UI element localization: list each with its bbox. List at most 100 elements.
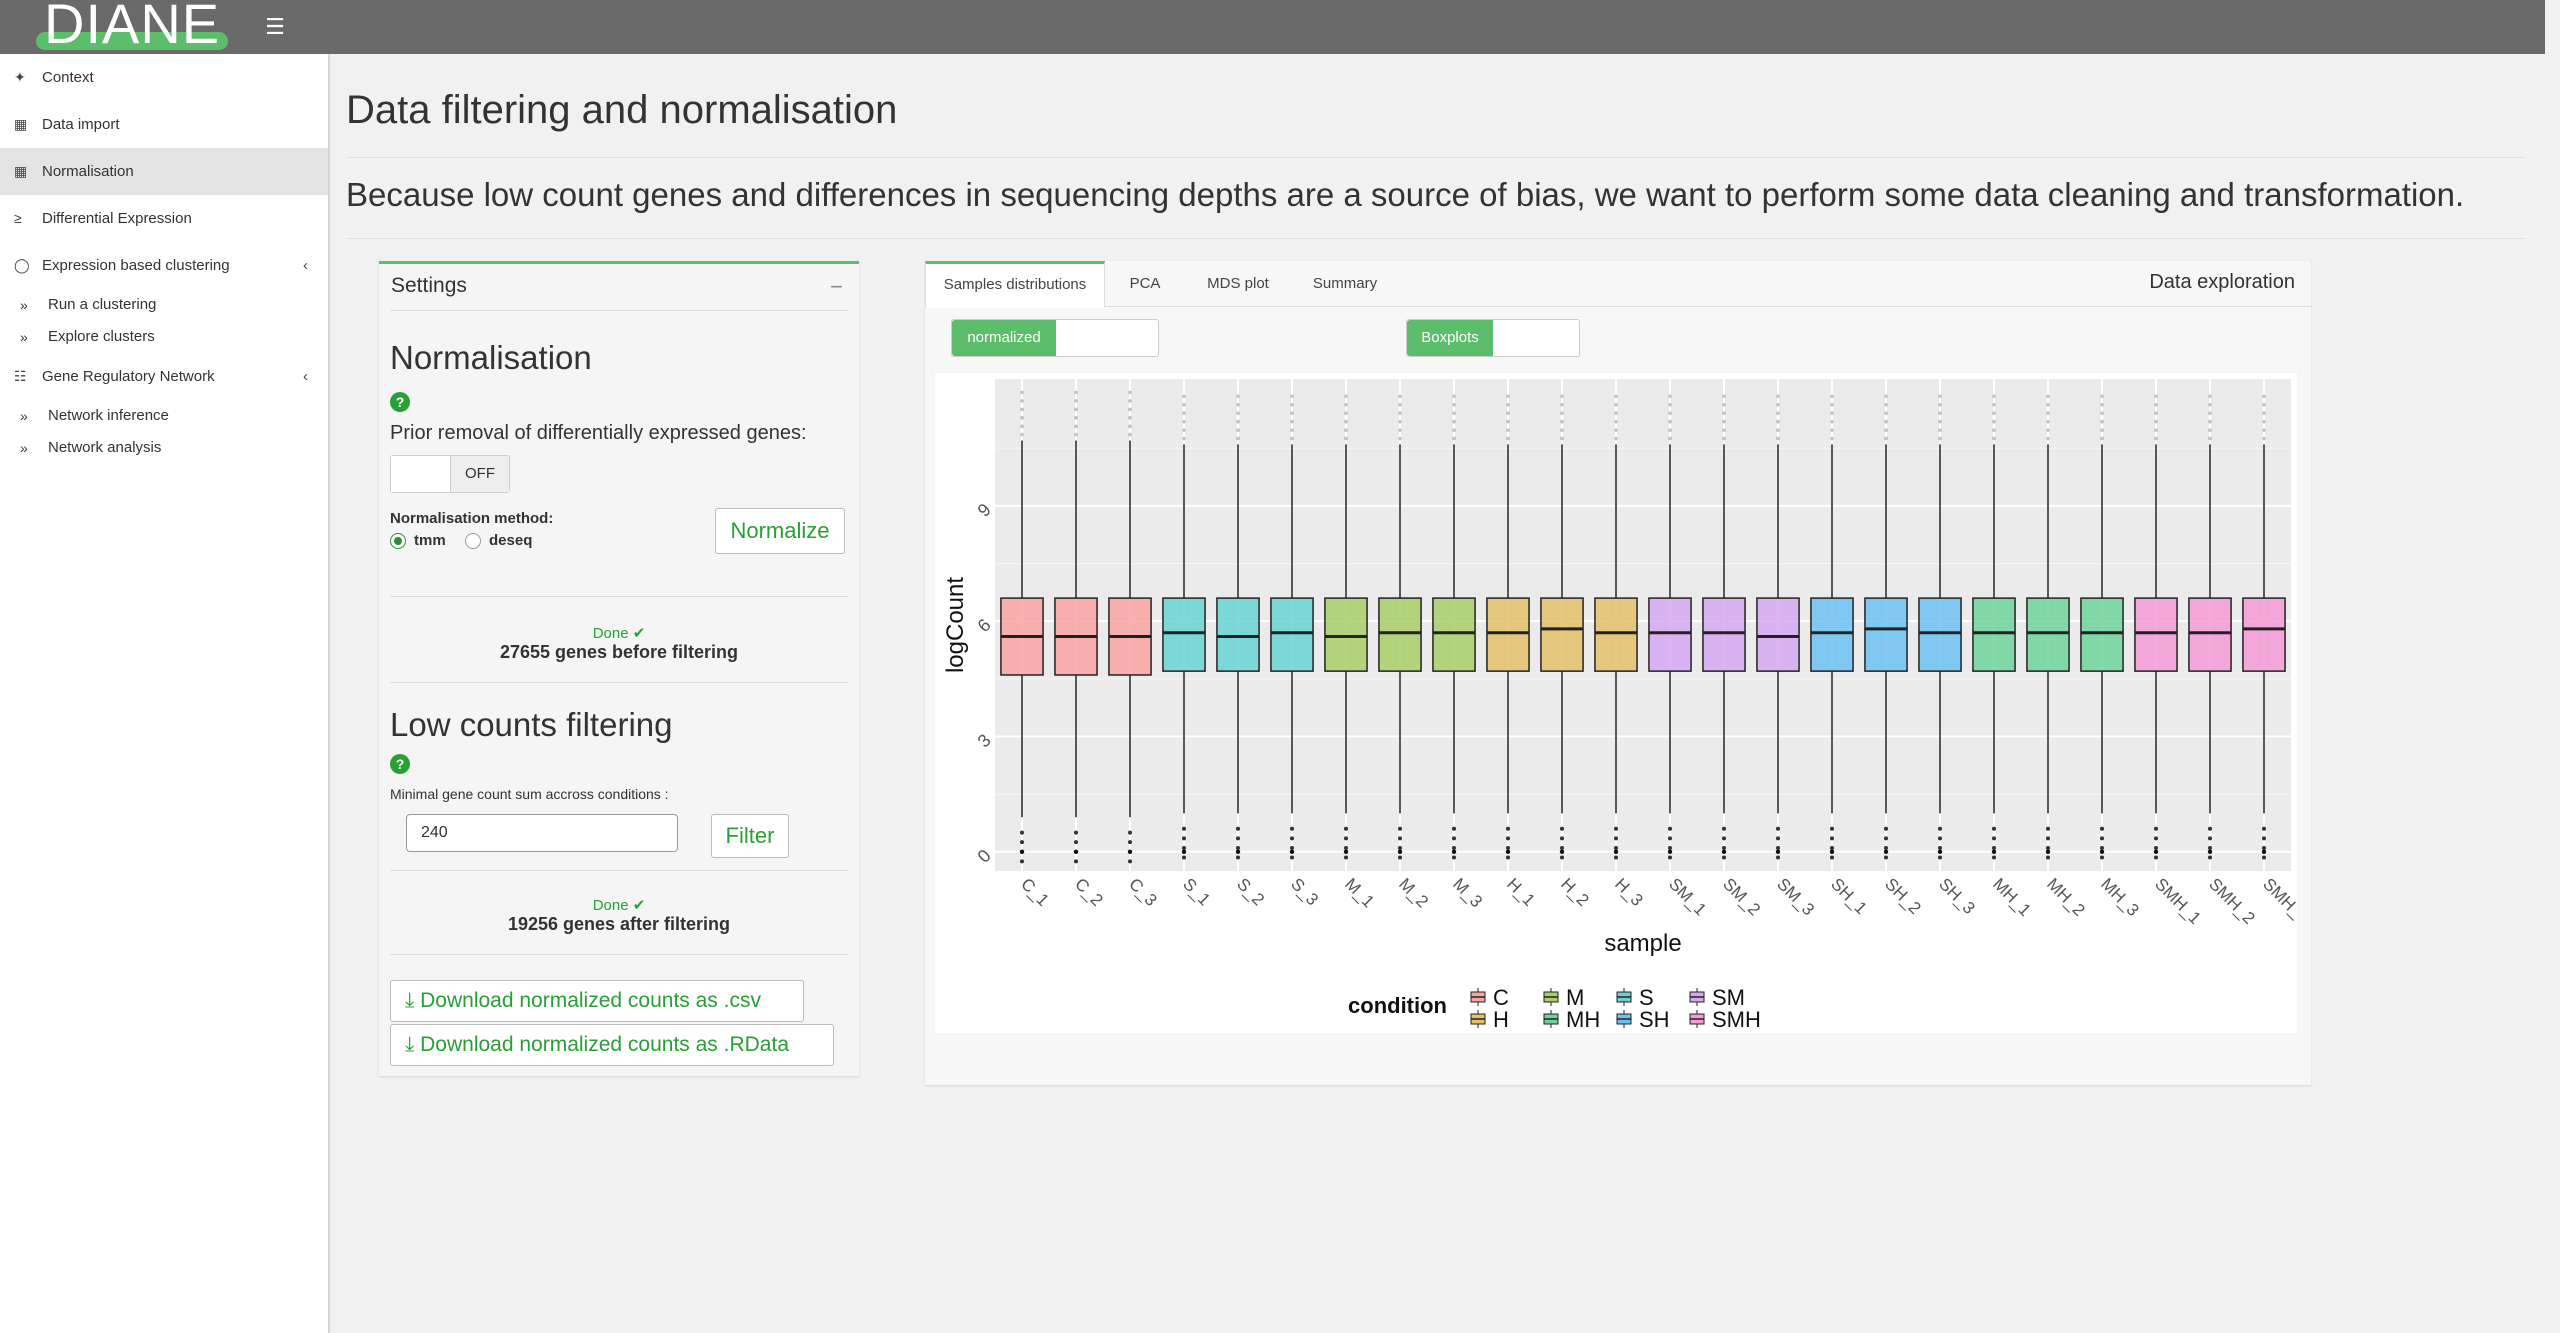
radio-option-tmm[interactable]: tmm	[390, 532, 446, 550]
x-tick-label: H_1	[1503, 874, 1538, 909]
download-csv-button[interactable]: ⤓ Download normalized counts as .csv	[390, 980, 804, 1022]
outlier-point	[1992, 411, 1996, 416]
sidebar-item-data-import[interactable]: ▦ Data import	[0, 101, 328, 148]
sidebar-item-normalisation[interactable]: ▦ Normalisation	[0, 148, 328, 195]
outlier-point	[1668, 394, 1672, 399]
tab-pca[interactable]: PCA	[1105, 261, 1185, 308]
filter-button[interactable]: Filter	[711, 814, 789, 858]
outlier-point	[1560, 855, 1564, 860]
outlier-point	[1235, 849, 1241, 854]
outlier-point	[1344, 836, 1348, 841]
help-icon[interactable]: ?	[390, 392, 410, 412]
sidebar-subitem-network-inference[interactable]: » Network inference	[0, 400, 328, 432]
outlier-point	[1560, 826, 1564, 831]
outlier-point	[1830, 428, 1834, 432]
samples-boxplot-chart: 0 3 6 9 C_1 C_2 C_3 S_1 S_2 S_3 M_1 M_2 M_3 H_1 H_2 H_3…	[935, 373, 2313, 1033]
outlier-point	[1182, 394, 1186, 399]
legend-title: condition	[1348, 993, 1447, 1018]
outlier-point	[1560, 428, 1564, 432]
outlier-point	[1830, 845, 1834, 850]
outlier-point	[1560, 394, 1564, 399]
outlier-point	[2046, 394, 2050, 399]
outlier-point	[2100, 836, 2104, 841]
method-label: Normalisation method:	[390, 510, 554, 527]
outlier-point	[1019, 849, 1025, 854]
outlier-point	[1344, 826, 1348, 831]
help-icon[interactable]: ?	[390, 754, 410, 774]
outlier-point	[1181, 849, 1187, 854]
outlier-point	[1506, 845, 1510, 850]
legend-key-C	[1470, 988, 1486, 1006]
sidebar-item-label: Explore clusters	[48, 328, 155, 345]
outlier-point	[1074, 830, 1078, 835]
outlier-point	[1938, 419, 1942, 424]
outlier-point	[2100, 428, 2104, 432]
outlier-point	[1722, 836, 1726, 841]
tab-summary[interactable]: Summary	[1291, 261, 1399, 308]
outlier-point	[1992, 428, 1996, 432]
outlier-point	[1452, 402, 1456, 407]
legend-label: SMH	[1712, 1007, 1761, 1032]
min-count-input[interactable]: 240	[406, 814, 678, 852]
tab-samples-distributions[interactable]: Samples distributions	[925, 261, 1105, 308]
outlier-point	[2208, 836, 2212, 841]
download-rdata-button[interactable]: ⤓ Download normalized counts as .RData	[390, 1024, 834, 1066]
outlier-point	[1182, 855, 1186, 860]
switch-on-label: normalized	[952, 320, 1056, 356]
prior-removal-toggle[interactable]: OFF	[390, 455, 510, 493]
legend-key-SH	[1616, 1010, 1632, 1028]
outlier-point	[1776, 826, 1780, 831]
outlier-point	[1614, 411, 1618, 416]
x-tick-label: H_3	[1611, 874, 1646, 909]
outlier-point	[1830, 402, 1834, 407]
outlier-point	[1668, 436, 1672, 441]
outlier-point	[1344, 419, 1348, 424]
outlier-point	[1884, 836, 1888, 841]
radio-button[interactable]	[390, 533, 406, 550]
app-logo[interactable]: DIANE	[36, 0, 228, 52]
tab-mds-plot[interactable]: MDS plot	[1185, 261, 1291, 308]
lead-text: Because low count genes and differences …	[346, 176, 2465, 213]
outlier-point	[1182, 836, 1186, 841]
box-body	[1216, 597, 1260, 672]
radio-option-deseq[interactable]: deseq	[465, 532, 532, 550]
normalize-button[interactable]: Normalize	[715, 508, 845, 554]
sidebar-subitem-explore-clusters[interactable]: » Explore clusters	[0, 321, 328, 353]
outlier-point	[1182, 845, 1186, 850]
sidebar-item-differential-expression[interactable]: ≥ Differential Expression	[0, 195, 328, 242]
outlier-point	[1614, 826, 1618, 831]
outlier-point	[1128, 432, 1132, 437]
sidebar-item-expression-clustering[interactable]: ◯ Expression based clustering ‹	[0, 242, 328, 289]
outlier-point	[1722, 826, 1726, 831]
outlier-point	[2100, 419, 2104, 424]
collapse-button[interactable]: −	[830, 274, 843, 300]
sidebar-subitem-network-analysis[interactable]: » Network analysis	[0, 432, 328, 464]
outlier-point	[1884, 419, 1888, 424]
box-body	[2134, 597, 2178, 672]
sidebar-subitem-run-clustering[interactable]: » Run a clustering	[0, 289, 328, 321]
outlier-point	[2100, 411, 2104, 416]
outlier-point	[2045, 849, 2051, 854]
outlier-point	[1182, 402, 1186, 407]
outlier-point	[1236, 845, 1240, 850]
genes-after-count: 19256 genes after filtering	[507, 914, 731, 934]
outlier-point	[2046, 411, 2050, 416]
outlier-point	[2100, 402, 2104, 407]
outlier-point	[1452, 436, 1456, 441]
boxplots-switch[interactable]: Boxplots	[1406, 319, 1580, 357]
outlier-point	[2262, 402, 2266, 407]
outlier-point	[1398, 428, 1402, 432]
outlier-point	[1452, 836, 1456, 841]
outlier-point	[2208, 402, 2212, 407]
hamburger-icon[interactable]: ☰	[258, 10, 292, 44]
normalized-switch[interactable]: normalized	[951, 319, 1159, 357]
outlier-point	[1020, 432, 1024, 437]
outlier-point	[1938, 428, 1942, 432]
box-body	[1972, 597, 2016, 672]
radio-button[interactable]	[465, 533, 481, 550]
outlier-point	[1236, 411, 1240, 416]
sidebar-item-gene-regulatory-network[interactable]: ☷ Gene Regulatory Network ‹	[0, 353, 328, 400]
outlier-point	[1884, 428, 1888, 432]
legend-key-SM	[1689, 988, 1705, 1006]
sidebar-item-context[interactable]: ✦ Context	[0, 54, 328, 101]
